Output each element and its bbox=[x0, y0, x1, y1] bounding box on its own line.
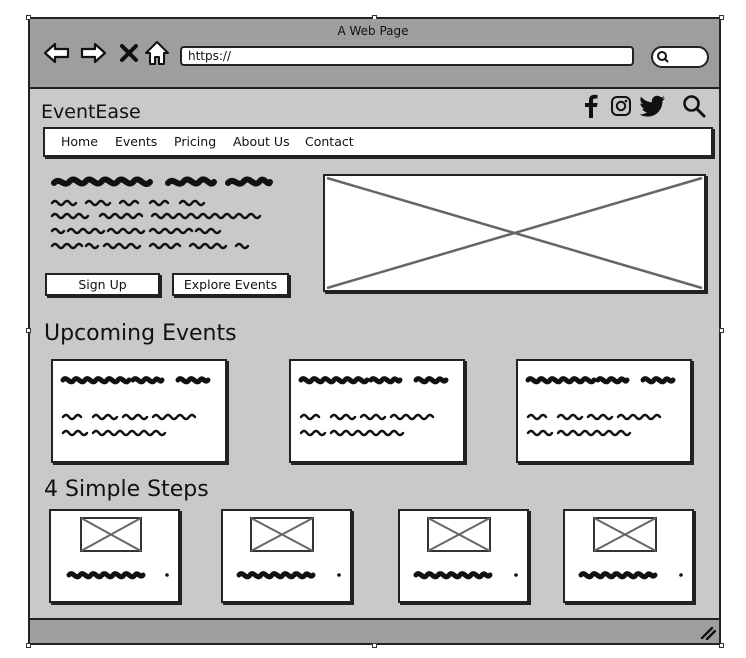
url-bar[interactable]: https:// bbox=[180, 46, 634, 66]
twitter-icon[interactable] bbox=[640, 93, 666, 119]
hero-image-placeholder bbox=[323, 174, 706, 292]
browser-search-field[interactable] bbox=[651, 46, 709, 68]
nav-item-pricing[interactable]: Pricing bbox=[174, 134, 216, 149]
nav-item-events[interactable]: Events bbox=[115, 134, 157, 149]
search-icon[interactable] bbox=[681, 93, 707, 119]
resize-handle[interactable] bbox=[372, 643, 377, 648]
step-card-content bbox=[236, 517, 341, 580]
close-x-icon[interactable] bbox=[114, 38, 144, 68]
nav-item-contact[interactable]: Contact bbox=[305, 134, 354, 149]
resize-handle[interactable] bbox=[719, 15, 724, 20]
site-brand[interactable]: EventEase bbox=[41, 101, 141, 123]
facebook-icon[interactable] bbox=[578, 93, 604, 119]
hero-paragraph-placeholder bbox=[50, 199, 262, 250]
hero-headline-placeholder bbox=[51, 176, 273, 187]
event-card[interactable] bbox=[516, 359, 692, 463]
status-bar bbox=[30, 618, 719, 643]
simple-steps-title: 4 Simple Steps bbox=[44, 477, 209, 502]
upcoming-events-title: Upcoming Events bbox=[44, 321, 237, 346]
event-card-text-placeholder bbox=[60, 376, 211, 437]
nav-item-about-us[interactable]: About Us bbox=[233, 134, 290, 149]
resize-handle[interactable] bbox=[26, 643, 31, 648]
step-card-content bbox=[578, 517, 683, 580]
resize-handle[interactable] bbox=[719, 328, 724, 333]
event-card-text-placeholder bbox=[525, 376, 676, 437]
home-icon[interactable] bbox=[142, 38, 172, 68]
step-card[interactable] bbox=[563, 509, 694, 603]
event-card[interactable] bbox=[51, 359, 227, 463]
resize-handle[interactable] bbox=[26, 328, 31, 333]
forward-arrow-icon[interactable] bbox=[78, 38, 108, 68]
resize-grip-icon[interactable] bbox=[700, 626, 716, 640]
step-card[interactable] bbox=[398, 509, 529, 603]
nav-item-home[interactable]: Home bbox=[61, 134, 98, 149]
explore-events-button[interactable]: Explore Events bbox=[172, 273, 289, 296]
step-card[interactable] bbox=[49, 509, 180, 603]
event-card-text-placeholder bbox=[298, 376, 449, 437]
step-card-content bbox=[66, 517, 169, 580]
back-arrow-icon[interactable] bbox=[42, 38, 72, 68]
step-card[interactable] bbox=[221, 509, 352, 603]
search-icon bbox=[657, 51, 669, 63]
instagram-icon[interactable] bbox=[608, 93, 634, 119]
event-card[interactable] bbox=[289, 359, 465, 463]
resize-handle[interactable] bbox=[719, 643, 724, 648]
window-title: A Web Page bbox=[337, 24, 409, 38]
sign-up-button[interactable]: Sign Up bbox=[45, 273, 160, 296]
step-card-content bbox=[413, 517, 518, 580]
